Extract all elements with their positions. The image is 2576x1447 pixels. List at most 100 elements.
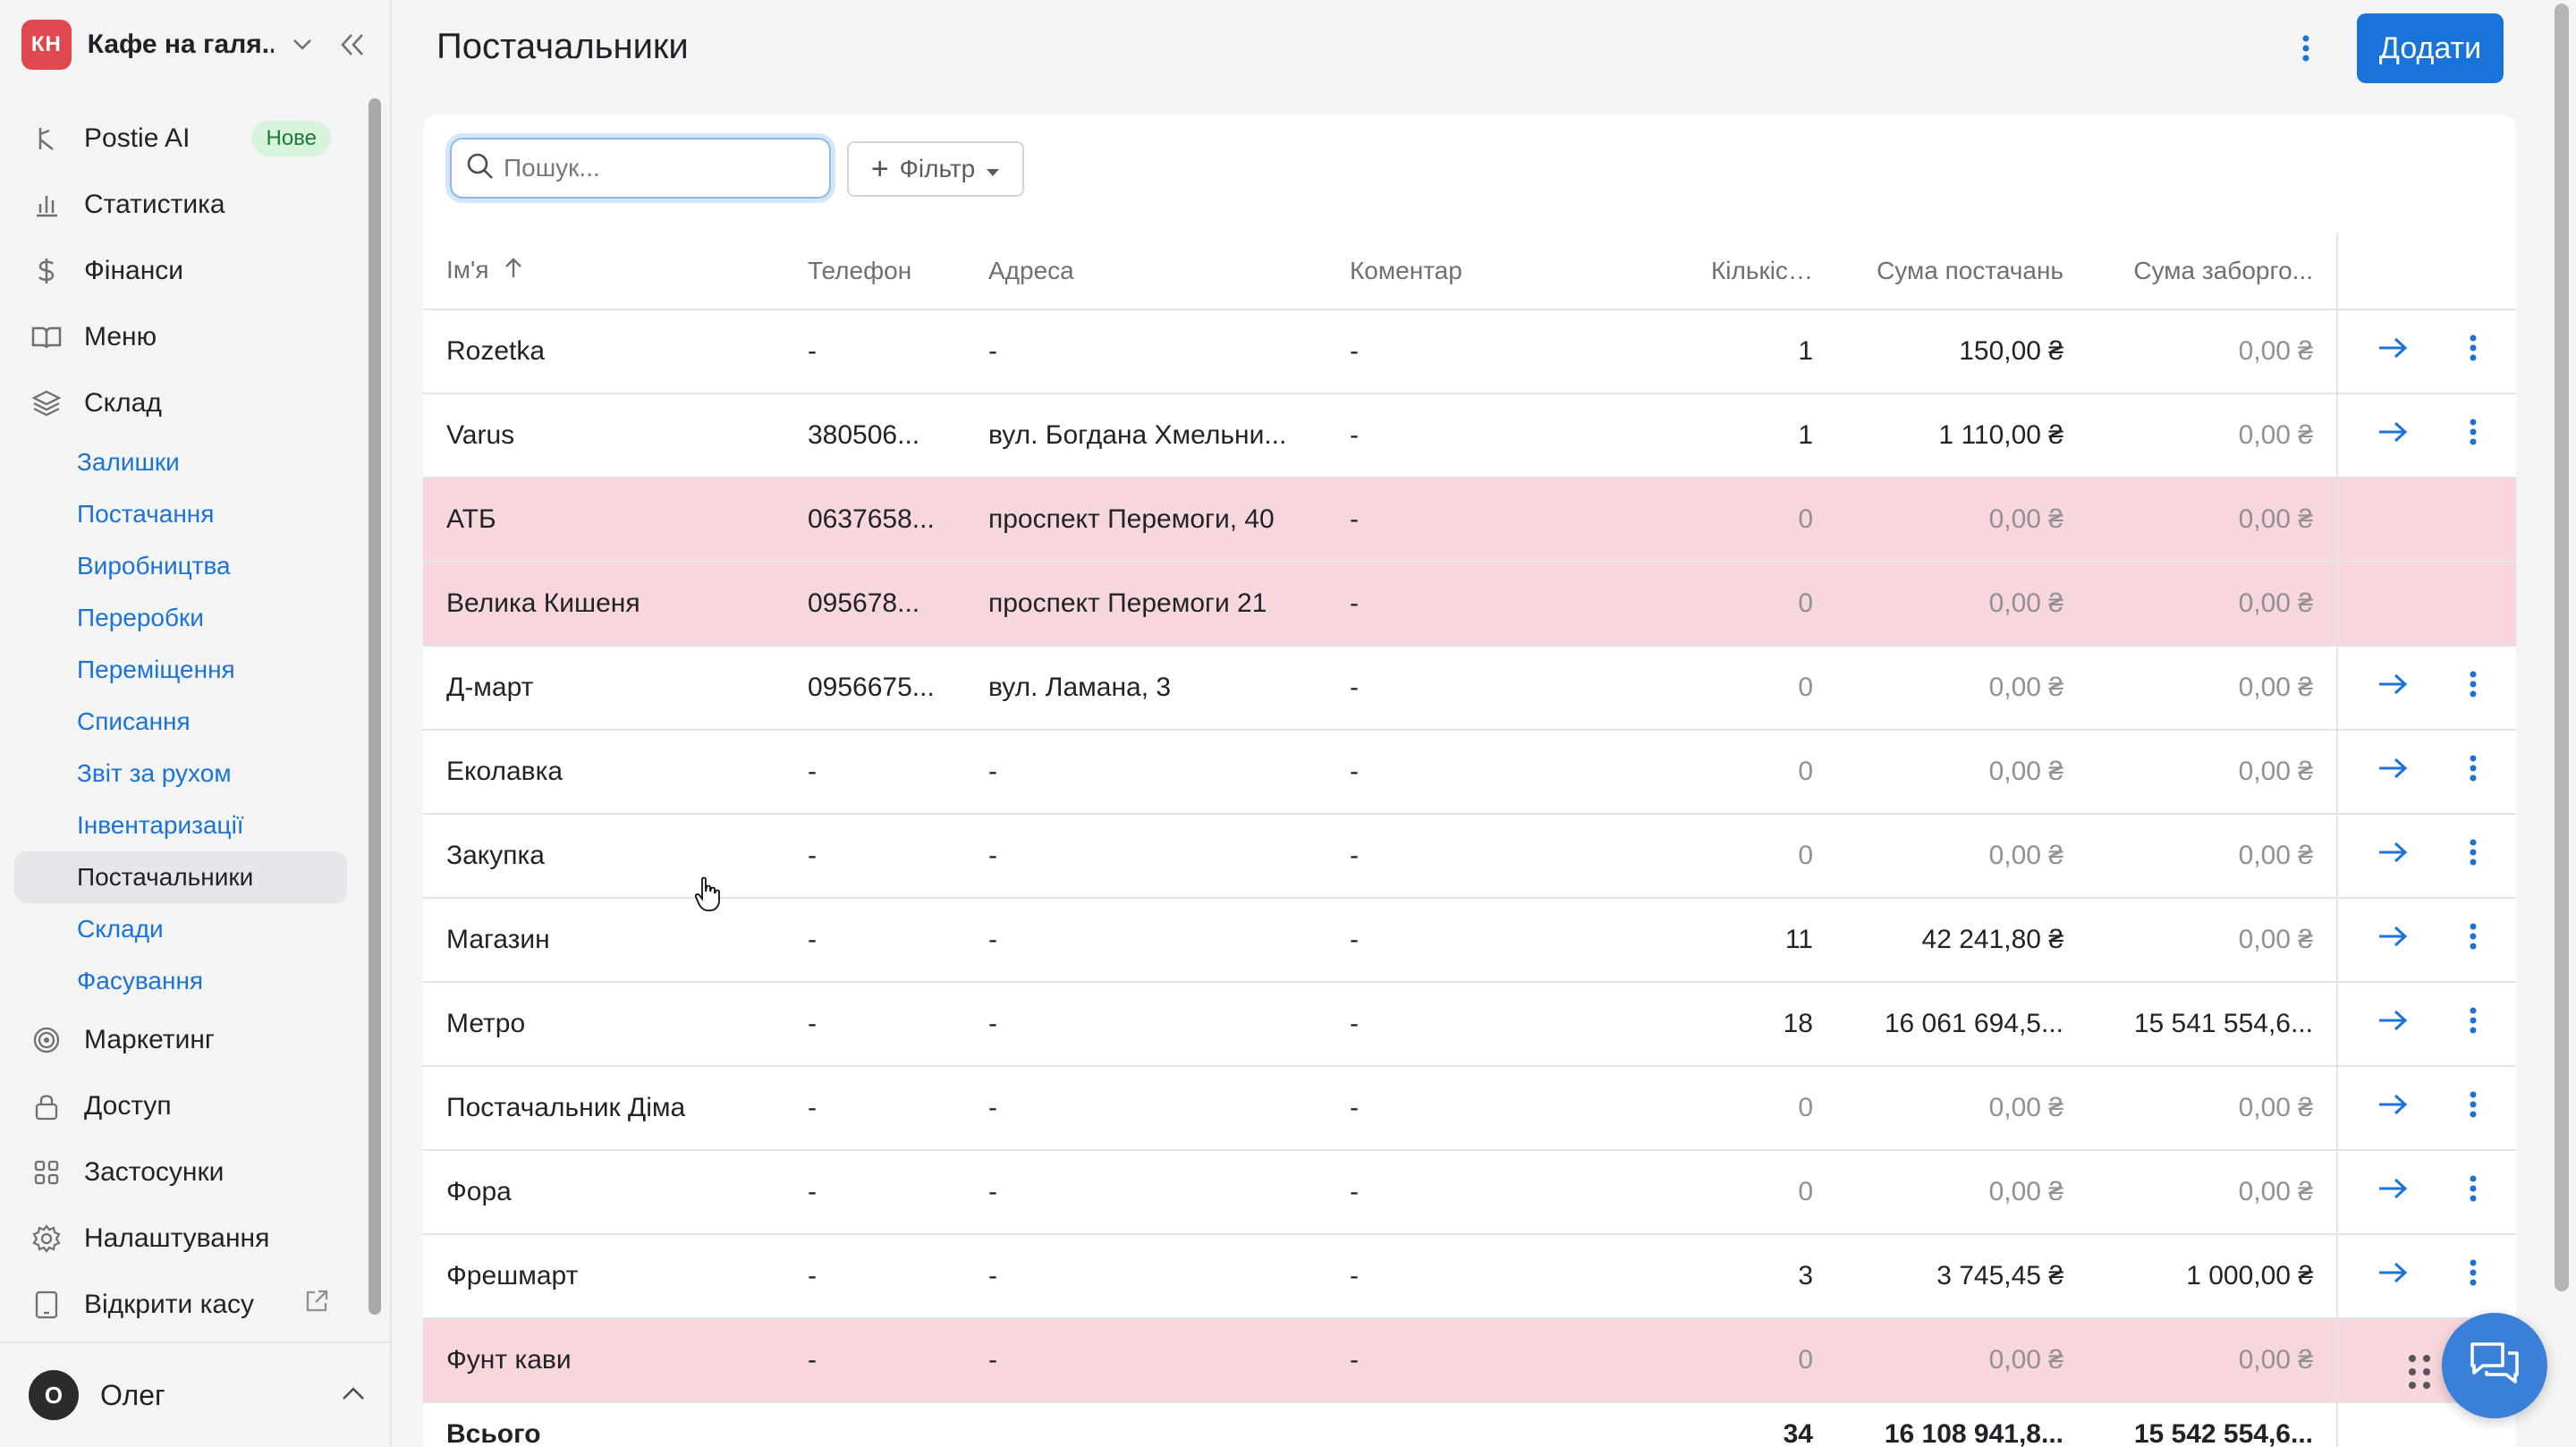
table-row[interactable]: Метро - - -18 16 061 694,5... 15 541 554,6...: [423, 982, 2516, 1067]
column-header-supply-sum[interactable]: Сума постачань: [1836, 233, 2087, 310]
sidebar-item-label: Склад: [84, 388, 162, 418]
table-row[interactable]: Фунт кави - - -0 0,00 ₴ 0,00 ₴: [423, 1318, 2516, 1403]
row-more-icon[interactable]: [2469, 922, 2478, 958]
drag-handle-icon[interactable]: [2406, 1352, 2433, 1396]
sidebar-item-warehouse[interactable]: Склад: [14, 370, 347, 436]
table-row[interactable]: Постачальник Діма - - -0 0,00 ₴ 0,00 ₴: [423, 1066, 2516, 1151]
sidebar-subitem-movement-report[interactable]: Звіт за рухом: [14, 748, 347, 800]
company-name[interactable]: Кафе на галя...: [88, 30, 275, 60]
sidebar-item-marketing[interactable]: Маркетинг: [14, 1007, 347, 1073]
sidebar-item-label: Меню: [84, 322, 157, 351]
sidebar-item-label: Відкрити касу: [84, 1290, 255, 1319]
company-logo: КН: [21, 20, 72, 70]
chat-button[interactable]: [2442, 1313, 2547, 1418]
cell-debt: 15 541 554,6...: [2087, 982, 2337, 1067]
open-arrow-icon[interactable]: [2377, 1260, 2409, 1292]
sidebar-item-label: Налаштування: [84, 1223, 270, 1253]
row-more-icon[interactable]: [2469, 1174, 2478, 1210]
sidebar-item-postie-ai[interactable]: Postie AI Нове: [14, 106, 347, 172]
cell-phone: -: [784, 730, 965, 815]
sidebar-item-finance[interactable]: Фінанси: [14, 238, 347, 304]
add-button[interactable]: Додати: [2357, 13, 2504, 83]
sidebar-item-settings[interactable]: Налаштування: [14, 1206, 347, 1272]
sidebar-subitem-transfers[interactable]: Переміщення: [14, 644, 347, 696]
sidebar-subitem-storages[interactable]: Склади: [14, 903, 347, 955]
cell-address: -: [965, 1066, 1326, 1151]
column-header-address[interactable]: Адреса: [965, 233, 1326, 310]
row-actions: [2339, 310, 2516, 392]
sidebar-subitem-writeoffs[interactable]: Списання: [14, 696, 347, 748]
cell-name: Фунт кави: [423, 1318, 784, 1403]
table-row[interactable]: Varus 380506... вул. Богдана Хмельни... -1 1…: [423, 393, 2516, 478]
sidebar-item-open-register[interactable]: Відкрити касу: [14, 1272, 347, 1338]
search-input[interactable]: [504, 154, 808, 182]
column-header-count[interactable]: Кількіст...: [1688, 233, 1836, 310]
open-arrow-icon[interactable]: [2377, 419, 2409, 452]
open-arrow-icon[interactable]: [2377, 924, 2409, 956]
sidebar-subitem-stock[interactable]: Залишки: [14, 436, 347, 488]
sidebar-item-apps[interactable]: Застосунки: [14, 1139, 347, 1206]
sidebar-subitem-productions[interactable]: Виробництва: [14, 540, 347, 592]
workspace-switcher[interactable]: КН Кафе на галя...: [21, 20, 370, 70]
row-more-icon[interactable]: [2469, 334, 2478, 369]
table-row[interactable]: Еколавка - - -0 0,00 ₴ 0,00 ₴: [423, 730, 2516, 815]
table-row[interactable]: АТБ 0637658... проспект Перемоги, 40-0 0,00…: [423, 478, 2516, 563]
sidebar-subitem-processing[interactable]: Переробки: [14, 592, 347, 644]
open-arrow-icon[interactable]: [2377, 1092, 2409, 1124]
column-header-comment[interactable]: Коментар: [1326, 233, 1688, 310]
open-arrow-icon[interactable]: [2377, 840, 2409, 872]
open-arrow-icon[interactable]: [2377, 756, 2409, 788]
open-arrow-icon[interactable]: [2377, 335, 2409, 368]
sidebar-item-statistics[interactable]: Статистика: [14, 172, 347, 238]
row-more-icon[interactable]: [2469, 1006, 2478, 1042]
cell-supply-sum: 0,00 ₴: [1836, 646, 2087, 731]
column-header-name[interactable]: Ім'я: [423, 233, 784, 310]
cell-supply-sum: 0,00 ₴: [1836, 730, 2087, 815]
user-menu[interactable]: О Олег: [0, 1341, 390, 1447]
table-row[interactable]: Велика Кишеня 095678... проспект Перемоги …: [423, 562, 2516, 647]
chevron-down-icon[interactable]: [286, 29, 318, 61]
cell-debt: 0,00 ₴: [2087, 1318, 2337, 1403]
open-arrow-icon[interactable]: [2377, 672, 2409, 704]
more-options-icon[interactable]: [2288, 30, 2324, 66]
cell-debt: 0,00 ₴: [2087, 393, 2337, 478]
row-more-icon[interactable]: [2469, 1258, 2478, 1294]
sort-asc-icon[interactable]: [504, 257, 523, 284]
cell-address: вул. Богдана Хмельни...: [965, 393, 1326, 478]
sidebar-scrollbar[interactable]: [369, 98, 381, 1315]
table-row[interactable]: Rozetka - - -1 150,00 ₴ 0,00 ₴: [423, 309, 2516, 394]
row-more-icon[interactable]: [2469, 670, 2478, 706]
cell-address: вул. Ламана, 3: [965, 646, 1326, 731]
cell-supply-sum: 0,00 ₴: [1836, 478, 2087, 563]
page-scrollbar[interactable]: [2555, 4, 2569, 1291]
sidebar-subitem-inventories[interactable]: Інвентаризації: [14, 800, 347, 851]
collapse-sidebar-icon[interactable]: [335, 27, 370, 63]
cell-actions: [2336, 1066, 2516, 1151]
chevron-up-icon[interactable]: [342, 1386, 365, 1405]
sidebar-item-menu[interactable]: Меню: [14, 304, 347, 370]
sidebar-subitem-suppliers[interactable]: Постачальники: [14, 851, 347, 903]
avatar: О: [29, 1370, 79, 1420]
cell-comment: -: [1326, 1066, 1688, 1151]
open-arrow-icon[interactable]: [2377, 1176, 2409, 1208]
cell-name: Магазин: [423, 898, 784, 983]
cell-phone: -: [784, 1234, 965, 1319]
sidebar-subitem-supplies[interactable]: Постачання: [14, 488, 347, 540]
cell-name: Фрешмарт: [423, 1234, 784, 1319]
row-more-icon[interactable]: [2469, 838, 2478, 874]
table-row[interactable]: Фора - - -0 0,00 ₴ 0,00 ₴: [423, 1150, 2516, 1235]
row-more-icon[interactable]: [2469, 1090, 2478, 1126]
table-row[interactable]: Д-март 0956675... вул. Ламана, 3-0 0,00 ₴ 0,…: [423, 646, 2516, 731]
table-row[interactable]: Фрешмарт - - -3 3 745,45 ₴ 1 000,00 ₴: [423, 1234, 2516, 1319]
table-row[interactable]: Закупка - - -0 0,00 ₴ 0,00 ₴: [423, 814, 2516, 899]
filter-button[interactable]: + Фільтр: [847, 141, 1024, 197]
row-more-icon[interactable]: [2469, 754, 2478, 790]
column-header-phone[interactable]: Телефон: [784, 233, 965, 310]
row-more-icon[interactable]: [2469, 418, 2478, 453]
sidebar-item-access[interactable]: Доступ: [14, 1073, 347, 1139]
search-box[interactable]: [450, 138, 831, 199]
sidebar-subitem-packaging[interactable]: Фасування: [14, 955, 347, 1007]
open-arrow-icon[interactable]: [2377, 1008, 2409, 1040]
table-row[interactable]: Магазин - - -11 42 241,80 ₴ 0,00 ₴: [423, 898, 2516, 983]
column-header-debt[interactable]: Сума заборго...: [2087, 233, 2337, 310]
